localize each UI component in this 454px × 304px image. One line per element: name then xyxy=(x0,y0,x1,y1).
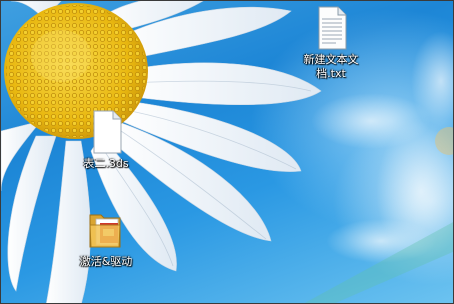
desktop-icon-label: 激活&驱动 xyxy=(79,255,133,268)
text-document-icon xyxy=(318,6,347,50)
folder-icon xyxy=(89,214,121,248)
desktop-icon-label: 新建文本文档.txt xyxy=(303,53,359,80)
blank-file-icon xyxy=(93,110,122,154)
desktop-icon-label: 表二.3ds xyxy=(83,157,129,170)
desktop[interactable]: 新建文本文档.txt 表二.3ds 激活&驱动 xyxy=(0,0,454,304)
desktop-icon-3ds-file[interactable]: 表二.3ds xyxy=(69,109,143,171)
desktop-icon-text-document[interactable]: 新建文本文档.txt xyxy=(294,5,368,81)
desktop-icon-folder[interactable]: 激活&驱动 xyxy=(69,207,143,269)
